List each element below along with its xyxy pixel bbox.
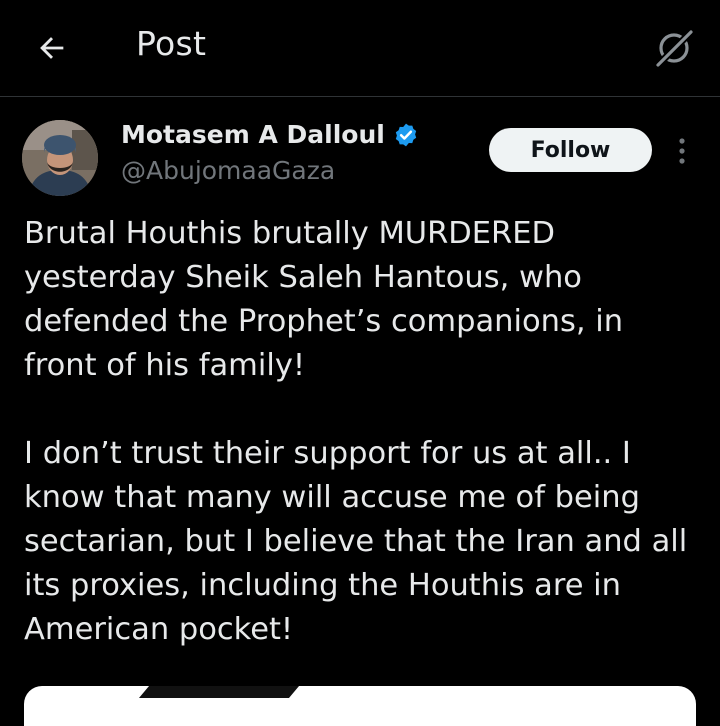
grok-icon: [656, 30, 693, 67]
profile-photo: [22, 120, 98, 196]
more-vertical-icon: [679, 138, 685, 164]
arrow-left-icon: [40, 37, 64, 59]
tweet-text: Brutal Houthis brutally MURDERED yesterd…: [24, 212, 704, 652]
tweet-paragraph: I don’t trust their support for us at al…: [24, 436, 688, 647]
media-image-edge: [138, 686, 300, 698]
author-handle[interactable]: @AbujomaaGaza: [121, 156, 335, 185]
tweet-paragraph: Brutal Houthis brutally MURDERED yesterd…: [24, 216, 624, 383]
grok-button[interactable]: [650, 24, 698, 72]
avatar[interactable]: [22, 120, 98, 196]
media-attachment[interactable]: [24, 686, 696, 726]
follow-button[interactable]: Follow: [489, 128, 652, 172]
author-name-row[interactable]: Motasem A Dalloul: [121, 120, 419, 149]
page-title: Post: [136, 24, 207, 63]
back-button[interactable]: [30, 26, 74, 70]
verified-badge-icon: [395, 123, 417, 146]
more-options-button[interactable]: [668, 134, 696, 168]
top-app-bar: Post: [0, 0, 720, 97]
display-name[interactable]: Motasem A Dalloul: [121, 120, 385, 149]
